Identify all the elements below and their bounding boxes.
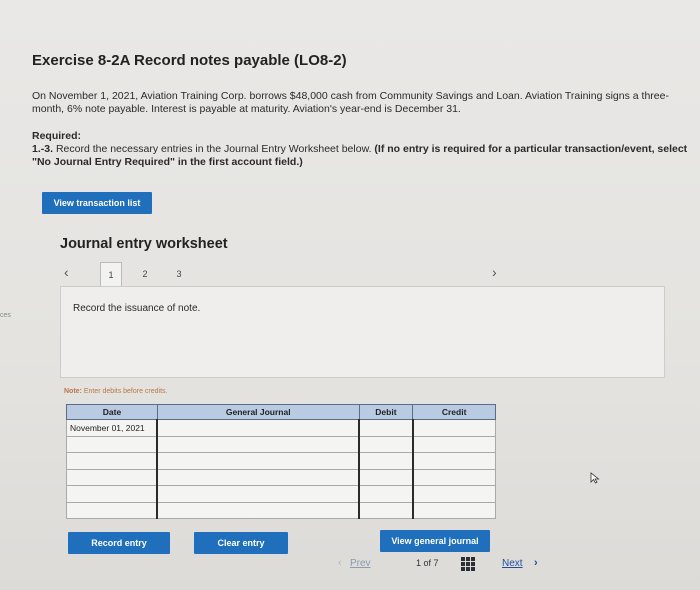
credit-cell[interactable]	[411, 485, 496, 503]
journal-entry-table: Date General Journal Debit Credit Novemb…	[66, 404, 496, 519]
credit-cell[interactable]	[411, 501, 496, 519]
date-cell	[66, 501, 158, 519]
credit-cell[interactable]	[411, 452, 496, 470]
table-row	[66, 468, 496, 486]
page: Exercise 8-2A Record notes payable (LO8-…	[14, 28, 698, 582]
mouse-cursor-icon	[590, 472, 600, 484]
required-section: Required: 1.-3. Record the necessary ent…	[32, 130, 692, 169]
worksheet-title: Journal entry worksheet	[60, 236, 228, 252]
debit-cell[interactable]	[358, 452, 414, 470]
header-credit: Credit	[412, 404, 496, 420]
account-cell[interactable]	[156, 501, 360, 519]
pagination: ‹ Prev 1 of 7 Next ›	[324, 556, 564, 574]
table-row	[66, 485, 496, 503]
account-cell[interactable]	[156, 452, 360, 470]
debit-cell[interactable]	[358, 501, 414, 519]
required-instructions: 1.-3. Record the necessary entries in th…	[32, 143, 692, 169]
table-row: November 01, 2021	[66, 419, 496, 437]
credit-cell[interactable]	[411, 419, 496, 437]
required-prefix: 1.-3.	[32, 143, 54, 155]
entry-note: Note: Enter debits before credits.	[64, 388, 168, 395]
tab-2[interactable]: 2	[134, 262, 156, 286]
prev-link[interactable]: Prev	[350, 558, 371, 569]
page-position: 1 of 7	[416, 558, 439, 568]
transaction-prompt: Record the issuance of note.	[73, 303, 201, 314]
transaction-prompt-box: Record the issuance of note.	[60, 286, 665, 378]
note-text: Enter debits before credits.	[83, 388, 168, 395]
note-label: Note:	[64, 388, 82, 395]
view-general-journal-button[interactable]: View general journal	[380, 530, 490, 552]
account-cell[interactable]	[156, 485, 360, 503]
tab-1[interactable]: 1	[100, 262, 122, 286]
credit-cell[interactable]	[411, 435, 496, 453]
next-link[interactable]: Next	[502, 558, 523, 569]
table-row	[66, 452, 496, 470]
exercise-title: Exercise 8-2A Record notes payable (LO8-…	[32, 52, 347, 69]
date-cell	[66, 435, 158, 453]
debit-cell[interactable]	[358, 468, 414, 486]
chevron-left-icon[interactable]: ‹	[338, 557, 342, 569]
credit-cell[interactable]	[411, 468, 496, 486]
table-header-row: Date General Journal Debit Credit	[66, 404, 496, 420]
grid-icon[interactable]	[461, 557, 475, 571]
date-cell	[66, 468, 158, 486]
exercise-description: On November 1, 2021, Aviation Training C…	[32, 90, 669, 115]
date-cell[interactable]: November 01, 2021	[66, 419, 158, 437]
header-date: Date	[66, 404, 158, 420]
date-cell	[66, 452, 158, 470]
journal-entry-worksheet: Journal entry worksheet ‹ 1 2 3 › Record…	[44, 222, 692, 554]
date-cell	[66, 485, 158, 503]
debit-cell[interactable]	[358, 419, 414, 437]
header-general-journal: General Journal	[156, 404, 360, 420]
chevron-right-icon[interactable]: ›	[492, 264, 497, 280]
account-cell[interactable]	[156, 419, 360, 437]
debit-cell[interactable]	[358, 485, 414, 503]
required-text: Record the necessary entries in the Jour…	[55, 143, 372, 155]
table-row	[66, 435, 496, 453]
table-row	[66, 501, 496, 519]
tab-3[interactable]: 3	[168, 262, 190, 286]
clear-entry-button[interactable]: Clear entry	[194, 532, 288, 554]
view-transaction-list-button[interactable]: View transaction list	[42, 192, 152, 214]
account-cell[interactable]	[156, 435, 360, 453]
chevron-right-icon[interactable]: ›	[534, 557, 538, 569]
account-cell[interactable]	[156, 468, 360, 486]
worksheet-tabs: ‹ 1 2 3 ›	[60, 262, 690, 286]
debit-cell[interactable]	[358, 435, 414, 453]
required-heading: Required:	[32, 130, 82, 142]
record-entry-button[interactable]: Record entry	[68, 532, 170, 554]
left-stub-text: ces	[0, 312, 11, 319]
header-debit: Debit	[358, 404, 414, 420]
chevron-left-icon[interactable]: ‹	[64, 264, 69, 280]
